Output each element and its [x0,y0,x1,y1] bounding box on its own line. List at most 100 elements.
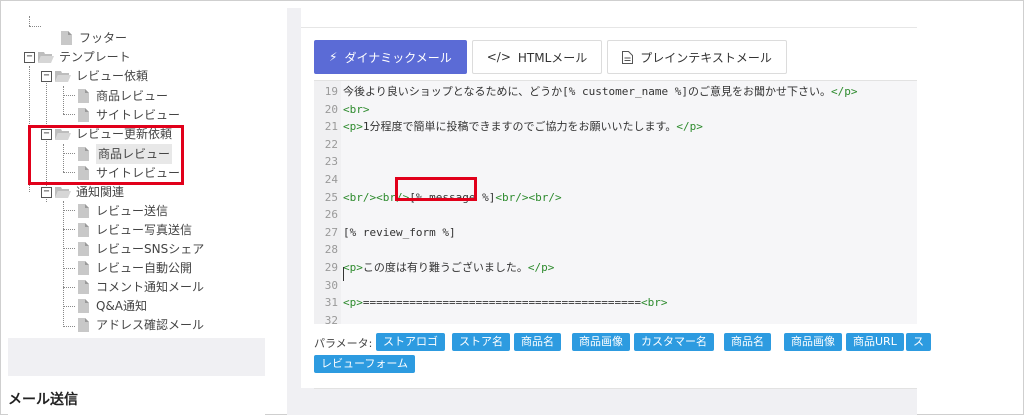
tree-area: フッター − テンプレート − レビュー依頼 商品レビュー サイトレビュー − … [8,8,265,338]
parameter-chip[interactable]: 商品名 [724,333,771,351]
mail-type-tabs: ⚡ ダイナミックメール </> HTMLメール プレインテキストメール [314,40,787,74]
parameter-bar: パラメータ: ストアロゴ ストア名 商品名 商品画像 カスタマー名 商品名 商品画像 商品UR… [314,333,931,379]
file-icon [78,242,89,256]
code-line[interactable]: 27 [% review_form %] [314,224,917,242]
line-number: 19 [324,85,338,98]
code-line[interactable]: 20 <br> [314,101,917,119]
tree-folder-review-request[interactable]: − レビュー依頼 [41,66,148,86]
tree-item-label: Q&A通知 [96,299,148,313]
code-line[interactable]: 30 [314,277,917,295]
tree-item-label: サイトレビュー [96,108,181,122]
line-number: 28 [324,243,338,257]
tab-html-mail[interactable]: </> HTMLメール [471,40,603,74]
file-icon [78,204,89,218]
editor-panel: ⚡ ダイナミックメール </> HTMLメール プレインテキストメール 19 今後… [287,8,931,415]
line-number: 25 [324,190,338,204]
collapse-toggle-icon[interactable]: − [24,51,35,63]
text-caret [343,267,344,281]
code-text: <p>1分程度で簡単に投稿できますのでご協力をお願いいたします。</p> [343,120,703,134]
tree-item-label: レビュー写真送信 [96,223,193,237]
line-number: 32 [324,313,338,324]
code-line[interactable]: 19 今後より良いショップとなるために、どうか[% customer_name %… [314,83,917,101]
line-number: 21 [324,120,338,134]
line-number: 27 [324,225,338,239]
top-strip [301,8,917,28]
tree-item-product-review[interactable]: 商品レビュー [78,86,168,106]
parameter-chip[interactable]: 商品名 [514,333,561,351]
line-number: 24 [324,173,338,186]
line-number: 29 [324,261,338,274]
code-line[interactable]: 22 [314,136,917,154]
tab-label: HTMLメール [517,50,588,65]
line-number: 22 [324,137,338,151]
tab-dynamic-mail[interactable]: ⚡ ダイナミックメール [314,40,467,74]
code-line[interactable]: 31 <p>===================================… [314,294,917,312]
code-icon: </> [486,50,511,64]
code-editor[interactable]: 19 今後より良いショップとなるために、どうか[% customer_name %… [314,80,917,324]
parameter-chip[interactable]: 商品画像 [784,333,842,351]
code-line[interactable]: 23 [314,153,917,171]
mail-send-heading: メール送信 [8,392,78,408]
lightning-icon: ⚡ [329,50,338,64]
divider [314,388,917,389]
code-text: <p>=====================================… [343,296,668,310]
code-line[interactable]: 32 [314,312,917,324]
tree-item-label: フッター [79,31,128,45]
tree-folder-template[interactable]: − テンプレート [24,47,131,67]
line-number: 23 [324,155,338,169]
tree-item-label: レビューSNSシェア [96,242,205,256]
file-icon [78,261,89,275]
parameter-chip[interactable]: 商品画像 [572,333,630,351]
tree-item-address-confirm[interactable]: アドレス確認メール [78,315,204,335]
tab-plain-text-mail[interactable]: プレインテキストメール [607,40,787,74]
line-number: 31 [324,296,338,310]
tree-item-qa-notification[interactable]: Q&A通知 [78,296,147,316]
tree-item-footer[interactable]: フッター [61,28,127,48]
line-number: 30 [324,278,338,292]
parameter-label: パラメータ: [314,337,373,350]
template-tree-panel: フッター − テンプレート − レビュー依頼 商品レビュー サイトレビュー − … [8,8,265,415]
parameter-chip[interactable]: ストア名 [452,333,510,351]
tree-item-review-photo-send[interactable]: レビュー写真送信 [78,220,192,240]
code-line[interactable]: 29 <p>この度は有り難うございました。</p> [314,259,917,277]
folder-open-icon [38,52,54,63]
file-icon [78,299,89,313]
line-number: 26 [324,208,338,222]
tree-folder-notification[interactable]: − 通知関連 [41,182,124,202]
tree-item-label: 商品レビュー [96,89,169,103]
code-line[interactable]: 21 <p>1分程度で簡単に投稿できますのでご協力をお願いいたします。</p> [314,118,917,136]
folder-open-icon [55,187,71,198]
tree-item-label: アドレス確認メール [96,318,205,332]
code-line[interactable]: 26 [314,206,917,224]
line-number: 20 [324,102,338,116]
parameter-chip[interactable]: 商品URL [846,333,904,351]
highlight-box-review-update [28,125,184,185]
highlight-box-message [395,177,477,201]
tab-label: プレインテキストメール [640,50,772,65]
parameter-chip[interactable]: カスタマー名 [634,333,714,351]
file-icon [78,223,89,237]
file-icon [78,280,89,294]
collapse-toggle-icon[interactable]: − [41,70,52,82]
code-text: <p>この度は有り難うございました。</p> [343,261,555,274]
code-text: 今後より良いショップとなるために、どうか[% customer_name %]の… [343,85,858,98]
parameter-chip[interactable]: ストアロゴ [376,333,445,351]
collapse-toggle-icon[interactable]: − [41,186,52,198]
parameter-chip[interactable]: ス [906,333,931,351]
tree-item-label: 通知関連 [76,185,125,199]
document-icon [622,50,634,64]
tree-item-review-sns-share[interactable]: レビューSNSシェア [78,239,204,259]
tree-item-comment-notification[interactable]: コメント通知メール [78,277,204,297]
tree-item-review-auto-publish[interactable]: レビュー自動公開 [78,258,192,278]
code-line[interactable]: 28 [314,241,917,259]
tree-item-label: テンプレート [59,50,131,64]
tree-item-label: レビュー依頼 [76,69,149,83]
tree-item-label: レビュー送信 [96,204,169,218]
parameter-chip[interactable]: レビューフォーム [314,355,416,373]
folder-open-icon [55,71,71,82]
code-text: <br> [343,102,370,116]
file-icon [78,318,89,332]
file-icon [78,89,89,103]
tree-item-site-review[interactable]: サイトレビュー [78,105,180,125]
tree-item-review-send[interactable]: レビュー送信 [78,201,168,221]
